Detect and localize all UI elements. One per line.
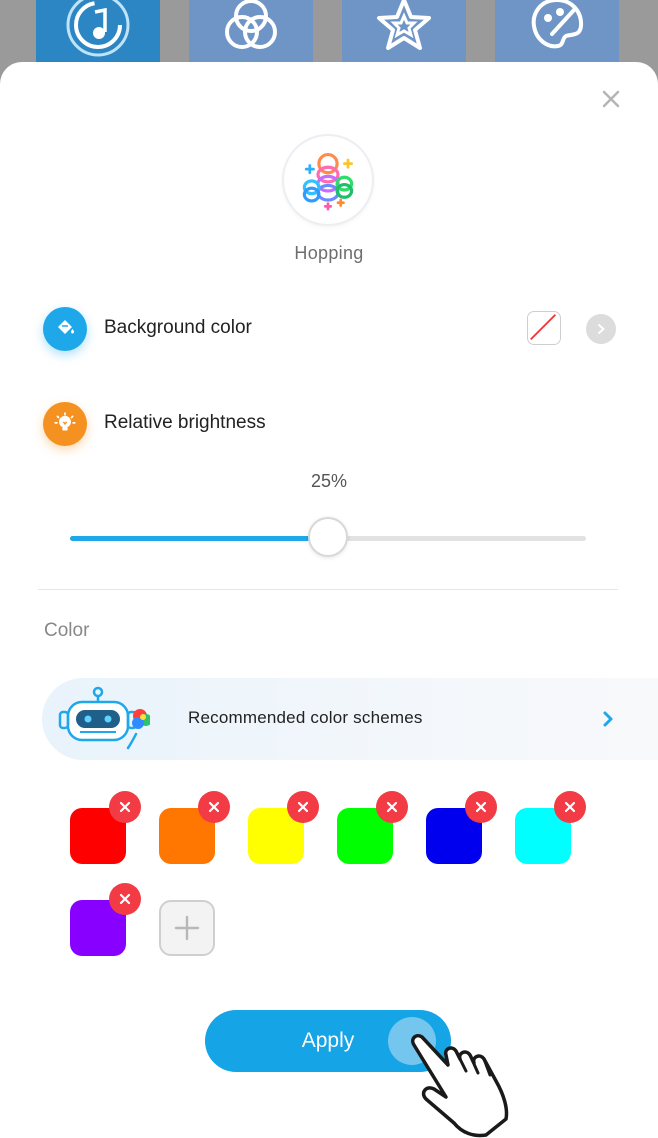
close-icon[interactable] [596, 84, 626, 114]
color-section-label: Color [44, 620, 90, 641]
remove-color-5-button[interactable] [465, 791, 497, 823]
background-color-swatch[interactable] [527, 311, 561, 345]
mode-name: Hopping [294, 243, 364, 263]
close-icon [119, 801, 131, 813]
star-icon [377, 0, 431, 50]
remove-color-7-button[interactable] [109, 883, 141, 915]
relative-brightness-label: Relative brightness [104, 412, 266, 433]
remove-color-2-button[interactable] [198, 791, 230, 823]
hopping-mode-icon [284, 136, 372, 224]
remove-color-3-button[interactable] [287, 791, 319, 823]
close-icon [475, 801, 487, 813]
chevron-right-icon [598, 324, 605, 334]
close-icon [297, 801, 309, 813]
close-icon [564, 801, 576, 813]
chevron-right-icon [603, 711, 613, 727]
section-divider [38, 589, 618, 590]
mode-tile-palette[interactable] [495, 0, 619, 64]
close-icon [208, 801, 220, 813]
brightness-value: 25% [310, 471, 348, 491]
brightness-slider-fill [70, 536, 328, 541]
pointing-hand-icon [410, 1033, 509, 1138]
background-color-chevron-button[interactable] [586, 314, 616, 344]
add-color-button[interactable] [159, 900, 215, 956]
plus-icon [174, 915, 200, 941]
background-color-label: Background color [104, 317, 252, 338]
venn-circles-icon [225, 0, 277, 49]
remove-color-6-button[interactable] [554, 791, 586, 823]
remove-color-4-button[interactable] [376, 791, 408, 823]
music-note-icon [66, 0, 130, 57]
brightness-slider[interactable] [70, 517, 586, 557]
close-icon [119, 893, 131, 905]
mode-tile-star[interactable] [342, 0, 466, 64]
lightbulb-icon [43, 402, 87, 446]
remove-color-1-button[interactable] [109, 791, 141, 823]
brightness-slider-thumb[interactable] [308, 517, 348, 557]
close-icon [386, 801, 398, 813]
robot-icon [58, 686, 150, 750]
recommended-color-schemes-banner[interactable]: Recommended color schemes [42, 678, 658, 760]
mode-tile-color-mix[interactable] [189, 0, 313, 64]
mode-tile-music[interactable] [36, 0, 160, 64]
recommended-color-schemes-label: Recommended color schemes [188, 708, 423, 727]
palette-icon [531, 0, 584, 49]
paint-bucket-icon [43, 307, 87, 351]
